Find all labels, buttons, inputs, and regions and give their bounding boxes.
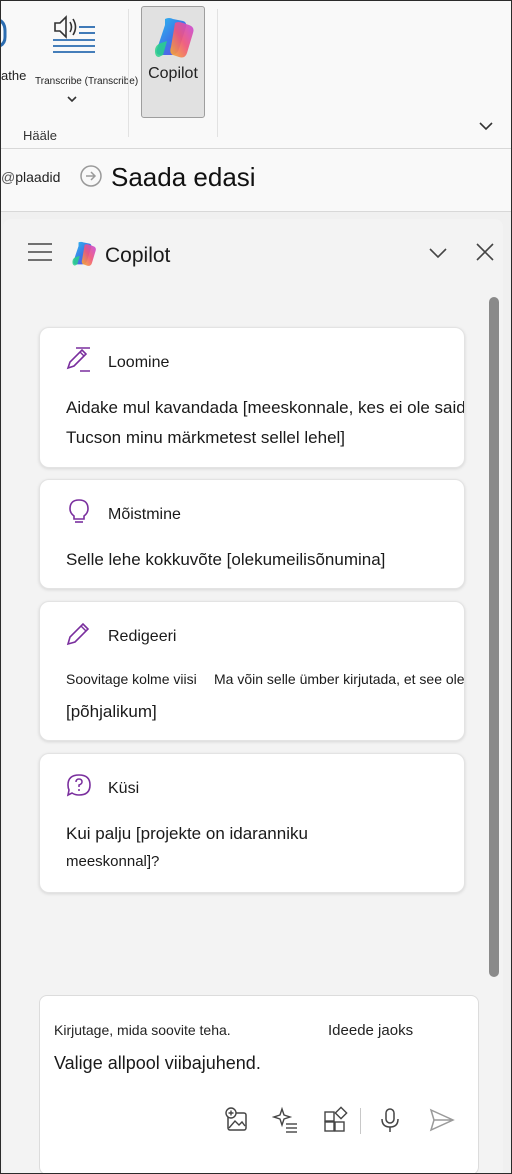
transcribe-button[interactable]: Transcribe (Transcribe) [31, 9, 141, 113]
ribbon-divider [128, 9, 129, 137]
card-text: Kui palju [projekte on idaranniku [66, 824, 308, 843]
copilot-ribbon-button[interactable]: Copilot [141, 6, 205, 118]
card-text: meeskonnal]? [66, 853, 160, 870]
composer-placeholder: Ideede jaoks [328, 1022, 414, 1039]
pencil-sparkle-icon [66, 347, 90, 372]
dictate-label: athe [1, 68, 27, 83]
hamburger-menu-icon[interactable] [27, 242, 53, 262]
composer-placeholder: Valige allpool viibajuhend. [54, 1053, 261, 1073]
add-image-icon[interactable] [224, 1106, 252, 1134]
composer-placeholder: Kirjutage, mida soovite teha. [54, 1022, 231, 1038]
lightbulb-icon [69, 499, 89, 523]
transcribe-icon [53, 15, 95, 53]
forward-button[interactable]: Saada edasi [111, 162, 256, 193]
card-text: Tucson minu märkmetest sellel lehel] [66, 428, 346, 447]
scrollbar[interactable] [489, 297, 499, 977]
pane-title: Copilot [105, 244, 171, 267]
pencil-icon [66, 622, 90, 646]
chevron-down-icon[interactable] [65, 94, 79, 104]
templates-button[interactable]: @plaadid [1, 169, 60, 185]
card-text: [põhjalikum] [66, 702, 157, 721]
send-icon[interactable] [428, 1106, 456, 1134]
chevron-down-icon[interactable] [427, 246, 449, 260]
microphone-icon[interactable] [0, 17, 11, 51]
copilot-logo-icon [72, 241, 96, 266]
card-text: Selle lehe kokkuvõte [olekumeilisõnumina… [66, 550, 386, 569]
ribbon: athe Transcribe (Transcribe) Hääle Copil… [1, 1, 511, 149]
card-title: Loomine [108, 354, 170, 371]
prompt-card-edit[interactable]: Redigeeri Soovitage kolme viisi Ma võin … [39, 601, 465, 741]
copilot-logo-icon [155, 18, 194, 58]
quick-access-bar: @plaadid Saada edasi [1, 149, 511, 212]
ribbon-expand-chevron-icon[interactable] [477, 120, 495, 132]
question-bubble-icon [66, 774, 91, 797]
copilot-pane: Copilot Loomine Aidake mul kavandada [me… [3, 219, 503, 1173]
transcribe-label: Transcribe (Transcribe) [35, 76, 139, 87]
card-title: Küsi [108, 780, 140, 797]
card-title: Redigeeri [108, 628, 177, 645]
prompt-card-understand[interactable]: Mõistmine Selle lehe kokkuvõte [olekumei… [39, 479, 465, 589]
card-text: Aidake mul kavandada [meeskonnale, kes e… [66, 398, 465, 417]
app-window: athe Transcribe (Transcribe) Hääle Copil… [0, 0, 512, 1174]
prompt-card-ask[interactable]: Küsi Kui palju [projekte on idaranniku m… [39, 753, 465, 893]
card-title: Mõistmine [108, 506, 181, 523]
toolbar-divider [360, 1108, 361, 1134]
prompt-composer[interactable]: Kirjutage, mida soovite teha. Ideede jao… [39, 995, 479, 1173]
prompt-card-create[interactable]: Loomine Aidake mul kavandada [meeskonnal… [39, 327, 465, 468]
card-text: Soovitage kolme viisi [66, 671, 197, 687]
sparkle-list-icon[interactable] [272, 1106, 300, 1134]
voice-group-label: Hääle [23, 128, 57, 143]
forward-arrow-icon[interactable] [79, 164, 103, 188]
templates-label: plaadid [15, 169, 61, 185]
ribbon-divider [217, 9, 218, 137]
close-icon[interactable] [473, 240, 497, 264]
card-text: Ma võin selle ümber kirjutada, et see ol… [214, 671, 465, 687]
microphone-icon[interactable] [376, 1106, 404, 1134]
copilot-ribbon-label: Copilot [148, 65, 198, 82]
apps-icon[interactable] [322, 1106, 350, 1134]
